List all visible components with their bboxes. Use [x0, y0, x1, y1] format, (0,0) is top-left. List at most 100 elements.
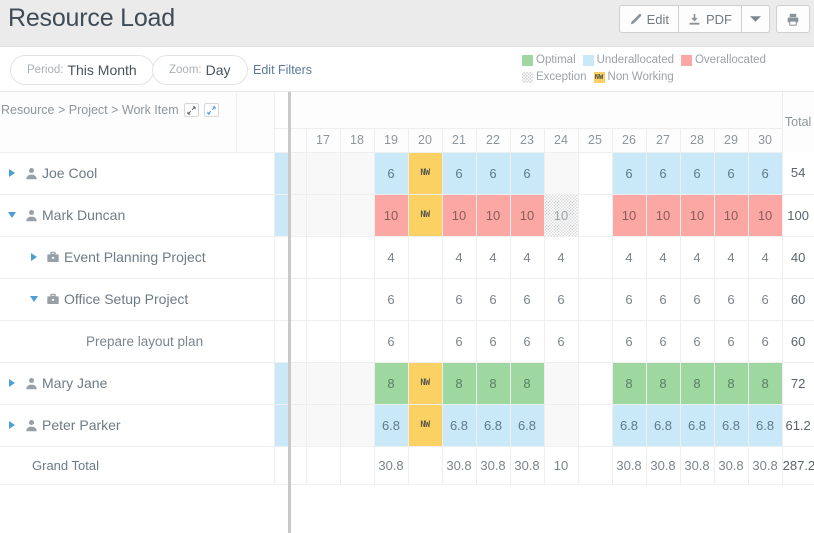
triangle-right-icon[interactable] — [9, 169, 15, 177]
data-cell[interactable]: 6 — [714, 278, 749, 321]
triangle-right-icon[interactable] — [9, 379, 15, 387]
triangle-down-icon[interactable] — [8, 212, 16, 218]
date-column-header-23[interactable]: 23 — [510, 127, 545, 153]
date-column-header-18[interactable]: 18 — [340, 127, 375, 153]
data-cell[interactable] — [340, 362, 375, 405]
data-cell[interactable]: 6 — [374, 320, 409, 363]
data-cell[interactable]: 6 — [510, 320, 545, 363]
data-cell[interactable]: 6.8 — [374, 404, 409, 447]
pdf-button[interactable]: PDF — [679, 5, 742, 33]
data-cell[interactable] — [340, 152, 375, 195]
data-cell[interactable] — [306, 278, 341, 321]
data-cell[interactable]: 6 — [544, 320, 579, 363]
triangle-down-icon[interactable] — [30, 296, 38, 302]
data-cell[interactable] — [578, 278, 613, 321]
data-cell[interactable] — [306, 320, 341, 363]
data-cell[interactable]: 30.8 — [646, 446, 681, 485]
data-cell[interactable]: 4 — [544, 236, 579, 279]
data-cell[interactable] — [340, 446, 375, 485]
data-cell[interactable]: 4 — [510, 236, 545, 279]
data-cell[interactable]: 8 — [714, 362, 749, 405]
data-cell[interactable]: 6 — [612, 152, 647, 195]
data-cell[interactable] — [306, 446, 341, 485]
data-cell[interactable]: 4 — [442, 236, 477, 279]
data-cell[interactable]: 10 — [510, 194, 545, 237]
data-cell[interactable]: 30.8 — [612, 446, 647, 485]
data-cell[interactable]: 8 — [680, 362, 715, 405]
data-cell[interactable] — [544, 362, 579, 405]
data-cell[interactable]: 8 — [646, 362, 681, 405]
data-cell[interactable] — [408, 320, 443, 363]
date-column-header-22[interactable]: 22 — [476, 127, 511, 153]
data-cell[interactable] — [340, 404, 375, 447]
data-cell[interactable]: 6.8 — [646, 404, 681, 447]
date-column-header-25[interactable]: 25 — [578, 127, 613, 153]
expand-toggle-icon[interactable] — [4, 421, 20, 429]
data-cell[interactable] — [340, 320, 375, 363]
data-cell[interactable]: 10 — [612, 194, 647, 237]
date-column-header-29[interactable]: 29 — [714, 127, 749, 153]
data-cell[interactable]: 10 — [544, 194, 579, 237]
period-filter-pill[interactable]: Period: This Month — [10, 55, 154, 85]
expand-toggle-icon[interactable] — [4, 379, 20, 387]
data-cell[interactable]: 8 — [748, 362, 783, 405]
data-cell[interactable]: 6 — [680, 152, 715, 195]
data-cell[interactable]: 10 — [442, 194, 477, 237]
data-cell[interactable]: 6 — [374, 152, 409, 195]
data-cell[interactable]: 6 — [510, 278, 545, 321]
data-cell[interactable]: 6.8 — [714, 404, 749, 447]
data-cell[interactable]: 8 — [374, 362, 409, 405]
data-cell[interactable]: 6.8 — [476, 404, 511, 447]
date-column-header-26[interactable]: 26 — [612, 127, 647, 153]
data-cell[interactable]: 6 — [646, 152, 681, 195]
collapse-toggle-icon[interactable] — [4, 212, 20, 218]
edit-filters-link[interactable]: Edit Filters — [253, 63, 312, 77]
data-cell[interactable]: 6.8 — [442, 404, 477, 447]
data-cell[interactable]: 6 — [476, 320, 511, 363]
data-cell[interactable]: 30.8 — [476, 446, 511, 485]
date-column-header-27[interactable]: 27 — [646, 127, 681, 153]
data-cell[interactable]: 6 — [442, 152, 477, 195]
print-button[interactable] — [776, 5, 810, 33]
clipped-date-cell[interactable] — [289, 194, 307, 237]
data-cell[interactable]: 30.8 — [714, 446, 749, 485]
data-cell[interactable]: NW — [408, 362, 443, 405]
data-cell[interactable] — [306, 362, 341, 405]
collapse-all-icon[interactable] — [183, 103, 199, 117]
data-cell[interactable]: 4 — [646, 236, 681, 279]
date-column-header-24[interactable]: 24 — [544, 127, 579, 153]
date-column-header-20[interactable]: 20 — [408, 127, 443, 153]
data-cell[interactable]: 8 — [612, 362, 647, 405]
data-cell[interactable]: 6 — [442, 320, 477, 363]
clipped-date-cell[interactable] — [289, 278, 307, 321]
data-cell[interactable]: 4 — [748, 236, 783, 279]
data-cell[interactable] — [578, 446, 613, 485]
data-cell[interactable]: 4 — [714, 236, 749, 279]
data-cell[interactable] — [544, 404, 579, 447]
data-cell[interactable] — [578, 320, 613, 363]
data-cell[interactable] — [340, 278, 375, 321]
data-cell[interactable]: 6 — [612, 278, 647, 321]
data-cell[interactable]: 6 — [680, 320, 715, 363]
data-cell[interactable]: 6 — [442, 278, 477, 321]
data-cell[interactable] — [306, 152, 341, 195]
triangle-right-icon[interactable] — [9, 421, 15, 429]
data-cell[interactable]: 6.8 — [748, 404, 783, 447]
edit-button[interactable]: Edit — [618, 5, 679, 33]
data-cell[interactable] — [408, 278, 443, 321]
data-cell[interactable] — [306, 236, 341, 279]
data-cell[interactable]: 10 — [646, 194, 681, 237]
date-column-header-30[interactable]: 30 — [748, 127, 783, 153]
expand-toggle-icon[interactable] — [4, 169, 20, 177]
date-column-header-28[interactable]: 28 — [680, 127, 715, 153]
data-cell[interactable]: NW — [408, 404, 443, 447]
data-cell[interactable]: 10 — [714, 194, 749, 237]
expand-all-icon[interactable] — [203, 103, 219, 117]
data-cell[interactable]: 6 — [714, 320, 749, 363]
data-cell[interactable]: NW — [408, 194, 443, 237]
data-cell[interactable] — [340, 194, 375, 237]
export-dropdown-button[interactable] — [742, 5, 770, 33]
clipped-date-cell[interactable] — [289, 404, 307, 447]
zoom-filter-pill[interactable]: Zoom: Day — [152, 55, 248, 85]
data-cell[interactable] — [578, 194, 613, 237]
